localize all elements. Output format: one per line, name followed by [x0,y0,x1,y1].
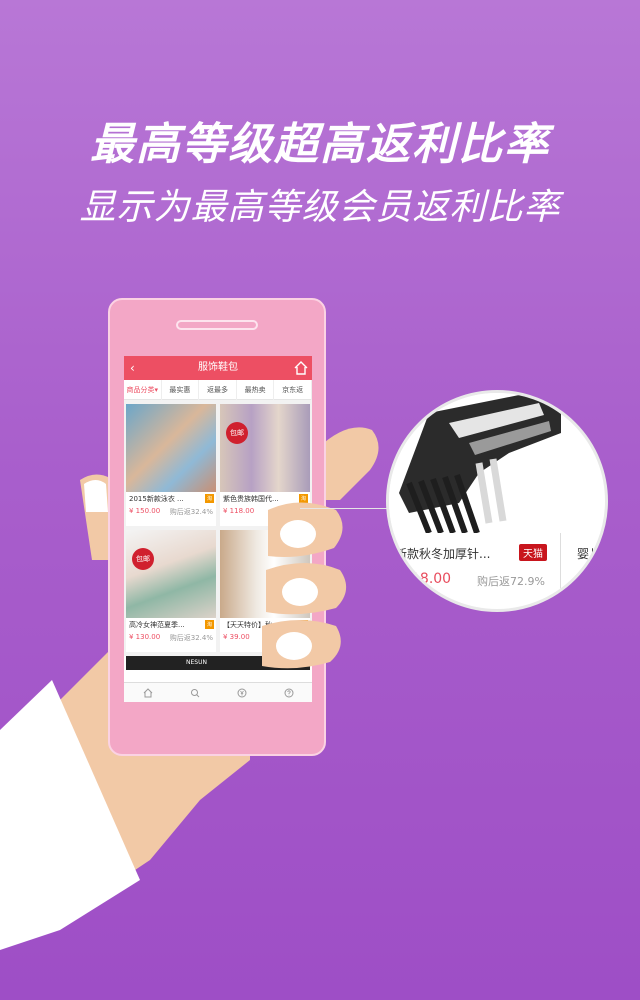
app-screen: ‹ 服饰鞋包 商品分类▾ 最实惠 返最多 最热卖 京东返 2015新款泳衣 ..… [124,356,312,702]
product-price: ¥ 130.00 [129,633,161,641]
product-card[interactable]: 2015新款泳衣 ... 淘 ¥ 150.00 购后返32.4% [126,404,216,526]
taobao-tag: 淘 [298,494,308,503]
phone-speaker [176,320,258,330]
brand-strip: NESUN [126,656,310,670]
product-rebate: 购后返 [286,634,307,642]
product-grid: 2015新款泳衣 ... 淘 ¥ 150.00 购后返32.4% 包邮 紫色贵族… [124,400,312,656]
filter-hottest[interactable]: 最热卖 [237,379,275,400]
home-icon[interactable] [143,687,153,698]
scarf-image [389,393,561,533]
free-shipping-badge: 包邮 [226,422,248,444]
product-title: 紫色贵族韩国代... [223,495,279,503]
tmall-tag: 天猫 [519,544,547,561]
taobao-tag: 淘 [204,494,214,503]
product-image [126,404,216,492]
app-header-title: 服饰鞋包 [198,362,238,373]
filter-jd-rebate[interactable]: 京东返 [274,379,312,400]
phone-mockup: ‹ 服饰鞋包 商品分类▾ 最实惠 返最多 最热卖 京东返 2015新款泳衣 ..… [108,298,326,756]
product-rebate: 购后返32.4% [169,508,213,516]
zoom-connector-line [300,508,392,509]
product-price: ¥ 118.00 [223,507,255,515]
product-price: ¥ 150.00 [129,507,161,515]
zoom-product-rebate: 购后返72.9% [477,575,545,588]
taobao-tag: 淘 [204,620,214,629]
filter-category[interactable]: 商品分类▾ [124,379,162,400]
zoom-product-card[interactable]: 新款秋冬加厚针... 天猫 18.00 购后返72.9% [389,393,561,609]
product-card[interactable]: 包邮 高冷女神范夏季... 淘 ¥ 130.00 购后返32.4% [126,530,216,652]
filter-cheapest[interactable]: 最实惠 [162,379,200,400]
product-title: 高冷女神范夏季... [129,621,185,629]
product-title: 【天天特价】秋... [223,621,279,629]
zoom-side-product-title: 婴儿 [577,547,602,561]
product-rebate: 购后返32.4% [169,634,213,642]
app-header: ‹ 服饰鞋包 [124,356,312,380]
help-icon[interactable] [284,688,294,698]
bottom-tabbar [124,682,312,702]
product-price: ¥ 39.00 [223,633,250,641]
home-icon[interactable] [294,361,308,375]
taobao-tag: 淘 [298,620,308,629]
filter-bar: 商品分类▾ 最实惠 返最多 最热卖 京东返 [124,379,312,400]
search-icon[interactable] [190,688,200,698]
yen-icon[interactable] [237,688,247,698]
filter-most-rebate[interactable]: 返最多 [199,379,237,400]
zoom-product-price: 18.00 [411,571,452,587]
zoom-product-title: 新款秋冬加厚针... [395,547,491,561]
product-image [126,530,216,618]
zoom-magnifier: 新款秋冬加厚针... 天猫 18.00 购后返72.9% 婴儿 [386,390,608,612]
free-shipping-badge: 包邮 [132,548,154,570]
product-card[interactable]: 【天天特价】秋... 淘 ¥ 39.00 购后返 [220,530,310,652]
product-image [220,530,310,618]
product-title: 2015新款泳衣 ... [129,495,184,503]
chevron-left-icon[interactable]: ‹ [130,356,135,380]
product-card[interactable]: 包邮 紫色贵族韩国代... 淘 ¥ 118.00 购后返 [220,404,310,526]
product-image [220,404,310,492]
